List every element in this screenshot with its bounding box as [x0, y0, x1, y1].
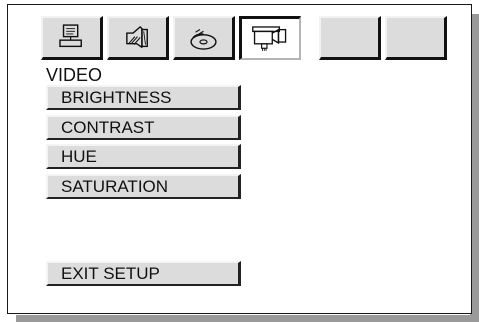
video-camera-icon — [252, 26, 287, 51]
panel-drop-shadow-bottom — [16, 315, 479, 322]
tab-general-setup[interactable] — [41, 16, 103, 60]
setup-panel: VIDEO BRIGHTNESS CONTRAST HUE SATURATION… — [7, 4, 472, 314]
audio-speaker-icon — [126, 26, 148, 48]
saturation-button[interactable]: SATURATION — [46, 174, 241, 199]
brightness-button[interactable]: BRIGHTNESS — [46, 85, 241, 110]
exit-setup-button[interactable]: EXIT SETUP — [46, 261, 241, 286]
hue-button[interactable]: HUE — [46, 144, 241, 169]
contrast-button[interactable]: CONTRAST — [46, 115, 241, 140]
monitor-icon — [59, 24, 82, 48]
page-title: VIDEO — [46, 65, 103, 85]
tab-empty-1[interactable] — [319, 16, 381, 60]
setup-tab-bar — [41, 16, 451, 60]
tab-audio-setup[interactable] — [107, 16, 169, 60]
tab-video-setup[interactable] — [239, 16, 301, 60]
tab-disc-setup[interactable] — [173, 16, 235, 60]
disc-icon — [190, 29, 217, 50]
tab-empty-2[interactable] — [385, 16, 447, 60]
